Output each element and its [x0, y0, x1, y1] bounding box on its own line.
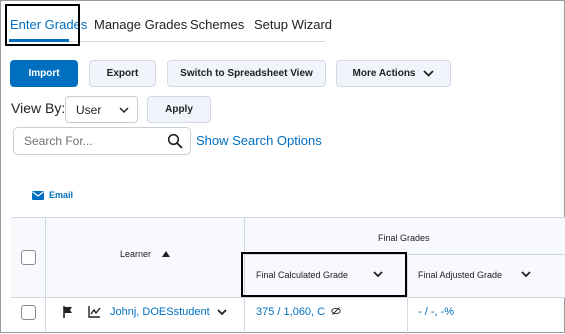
email-icon [32, 190, 44, 200]
email-label: Email [49, 190, 74, 200]
highlight-box-final-calculated-grade [241, 252, 407, 297]
grid-header-bottom-border [11, 297, 565, 298]
grid-top-border [11, 217, 565, 218]
final-adjusted-grade-column-header[interactable]: Final Adjusted Grade [418, 270, 531, 280]
highlight-box-enter-grades [5, 4, 80, 46]
apply-button[interactable]: Apply [147, 96, 211, 123]
more-actions-label: More Actions [352, 68, 416, 79]
switch-to-spreadsheet-button[interactable]: Switch to Spreadsheet View [167, 60, 326, 87]
hidden-eye-icon [331, 307, 341, 315]
tab-schemes[interactable]: Schemes [190, 17, 244, 32]
email-button[interactable]: Email [32, 190, 73, 200]
view-by-select[interactable]: User [65, 96, 138, 123]
view-by-selected-value: User [76, 102, 102, 117]
import-button[interactable]: Import [10, 60, 78, 87]
more-actions-button[interactable]: More Actions [336, 60, 451, 87]
sort-ascending-icon [161, 251, 170, 257]
final-adjusted-grade-label: Final Adjusted Grade [418, 270, 503, 280]
chevron-down-icon[interactable] [217, 309, 227, 316]
progress-chart-icon[interactable] [88, 306, 101, 318]
show-search-options-link[interactable]: Show Search Options [196, 133, 322, 148]
search-input[interactable] [13, 127, 191, 155]
grid-divider [45, 218, 46, 334]
final-calculated-grade-text: 375 / 1,060, C [256, 306, 326, 318]
learner-header-label: Learner [120, 249, 152, 259]
grid-divider [407, 254, 408, 334]
view-by-label: View By: [11, 100, 66, 116]
search-icon[interactable] [167, 133, 183, 149]
learner-column-header[interactable]: Learner [120, 249, 170, 259]
chevron-down-icon[interactable] [520, 271, 531, 278]
learner-name-link[interactable]: Johnj, DOESstudent [110, 306, 210, 318]
chevron-down-icon [119, 107, 129, 114]
export-button[interactable]: Export [89, 60, 156, 87]
chevron-down-icon [423, 70, 435, 77]
tab-setup-wizard[interactable]: Setup Wizard [254, 17, 332, 32]
final-adjusted-grade-value[interactable]: - / -, -% [418, 306, 454, 318]
final-calculated-grade-value[interactable]: 375 / 1,060, C [256, 306, 341, 318]
flag-icon[interactable] [63, 306, 73, 318]
select-all-checkbox[interactable] [21, 250, 36, 265]
tab-manage-grades[interactable]: Manage Grades [94, 17, 187, 32]
row-select-checkbox[interactable] [21, 305, 36, 320]
final-grades-group-header: Final Grades [378, 233, 430, 243]
